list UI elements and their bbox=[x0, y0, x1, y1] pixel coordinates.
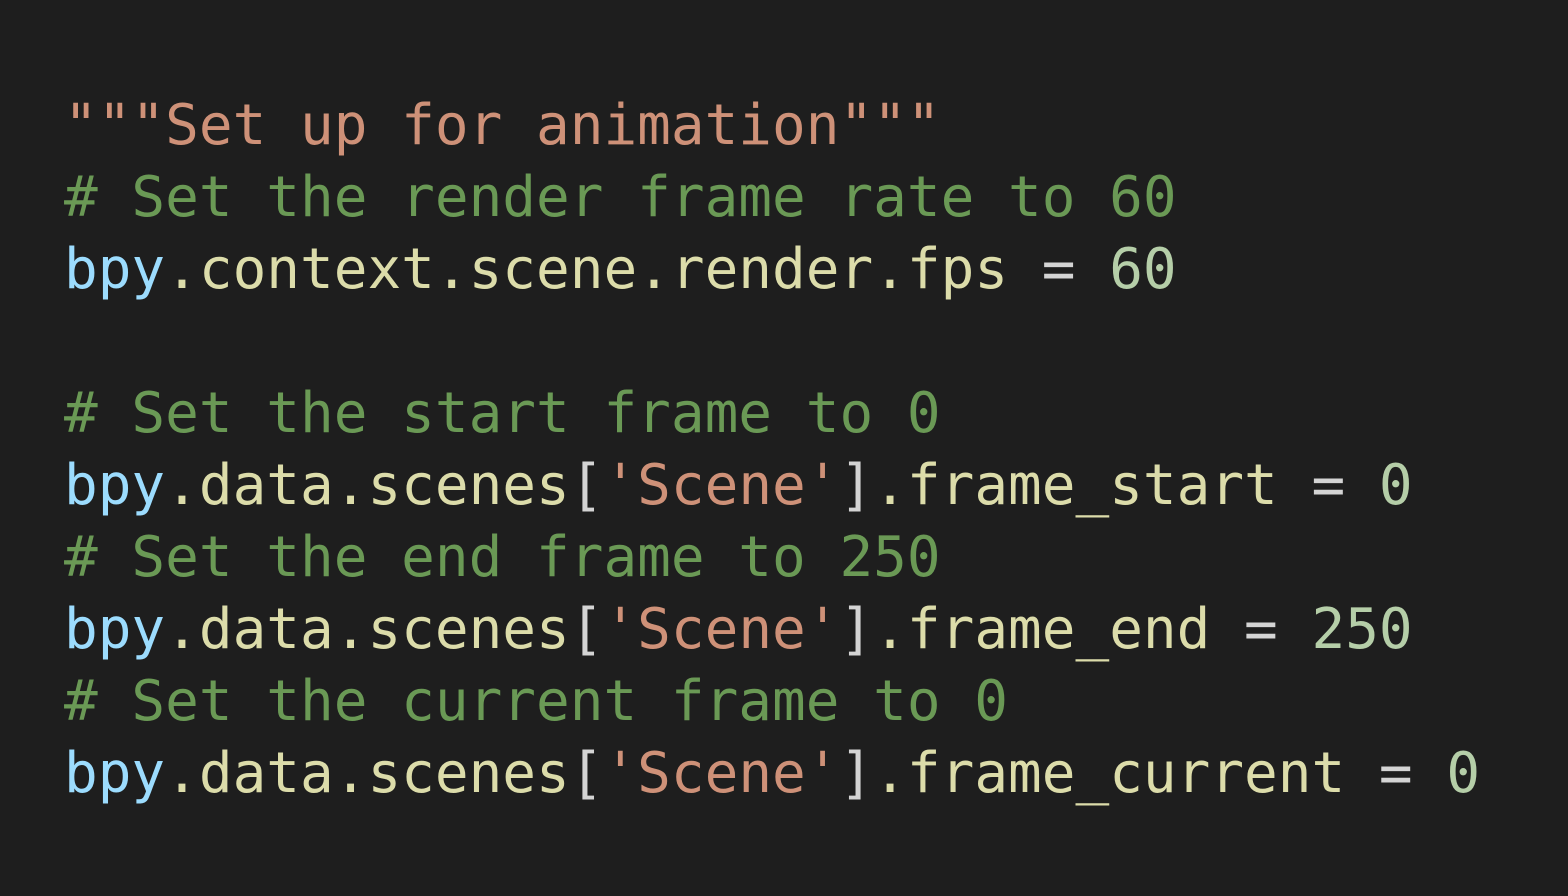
code-editor[interactable]: """Set up for animation""" # Set the rend… bbox=[0, 0, 1568, 896]
number-token: 250 bbox=[1311, 597, 1413, 662]
property-token: .frame_start bbox=[873, 453, 1278, 518]
property-token: .frame_current bbox=[873, 741, 1346, 806]
punctuation-token: [ bbox=[569, 741, 604, 806]
comment-token: # Set the render frame rate to 60 bbox=[64, 165, 1177, 230]
code-line[interactable]: # Set the end frame to 250 bbox=[64, 522, 1480, 594]
variable-token: bpy bbox=[64, 741, 166, 806]
string-token: 'Scene' bbox=[603, 453, 840, 518]
string-token: 'Scene' bbox=[603, 741, 840, 806]
code-line[interactable]: """Set up for animation""" bbox=[64, 90, 1480, 162]
number-token: 0 bbox=[1446, 741, 1481, 806]
variable-token: bpy bbox=[64, 237, 166, 302]
property-token: .data.scenes bbox=[165, 597, 570, 662]
punctuation-token: = bbox=[1345, 741, 1447, 806]
punctuation-token: ] bbox=[839, 453, 874, 518]
property-token: .data.scenes bbox=[165, 453, 570, 518]
code-line[interactable]: # Set the render frame rate to 60 bbox=[64, 162, 1480, 234]
property-token: .data.scenes bbox=[165, 741, 570, 806]
variable-token: bpy bbox=[64, 453, 166, 518]
punctuation-token: = bbox=[1277, 453, 1379, 518]
punctuation-token: ] bbox=[839, 741, 874, 806]
comment-token: # Set the end frame to 250 bbox=[64, 525, 941, 590]
comment-token: # Set the current frame to 0 bbox=[64, 669, 1009, 734]
property-token: .frame_end bbox=[873, 597, 1211, 662]
punctuation-token: = bbox=[1008, 237, 1110, 302]
number-token: 60 bbox=[1109, 237, 1177, 302]
punctuation-token: ] bbox=[839, 597, 874, 662]
blank-line[interactable] bbox=[64, 306, 1480, 378]
code-line[interactable]: bpy.data.scenes['Scene'].frame_current =… bbox=[64, 738, 1480, 810]
code-block[interactable]: """Set up for animation""" # Set the rend… bbox=[64, 90, 1480, 810]
code-line[interactable]: bpy.data.scenes['Scene'].frame_end = 250 bbox=[64, 594, 1480, 666]
punctuation-token: [ bbox=[569, 597, 604, 662]
string-token: 'Scene' bbox=[603, 597, 840, 662]
string-token: """Set up for animation""" bbox=[64, 93, 941, 158]
code-line[interactable]: # Set the start frame to 0 bbox=[64, 378, 1480, 450]
punctuation-token: [ bbox=[569, 453, 604, 518]
comment-token: # Set the start frame to 0 bbox=[64, 381, 941, 446]
code-line[interactable]: # Set the current frame to 0 bbox=[64, 666, 1480, 738]
number-token: 0 bbox=[1378, 453, 1413, 518]
code-line[interactable]: bpy.data.scenes['Scene'].frame_start = 0 bbox=[64, 450, 1480, 522]
code-line[interactable]: bpy.context.scene.render.fps = 60 bbox=[64, 234, 1480, 306]
punctuation-token: = bbox=[1210, 597, 1312, 662]
property-token: .context.scene.render.fps bbox=[165, 237, 1009, 302]
variable-token: bpy bbox=[64, 597, 166, 662]
